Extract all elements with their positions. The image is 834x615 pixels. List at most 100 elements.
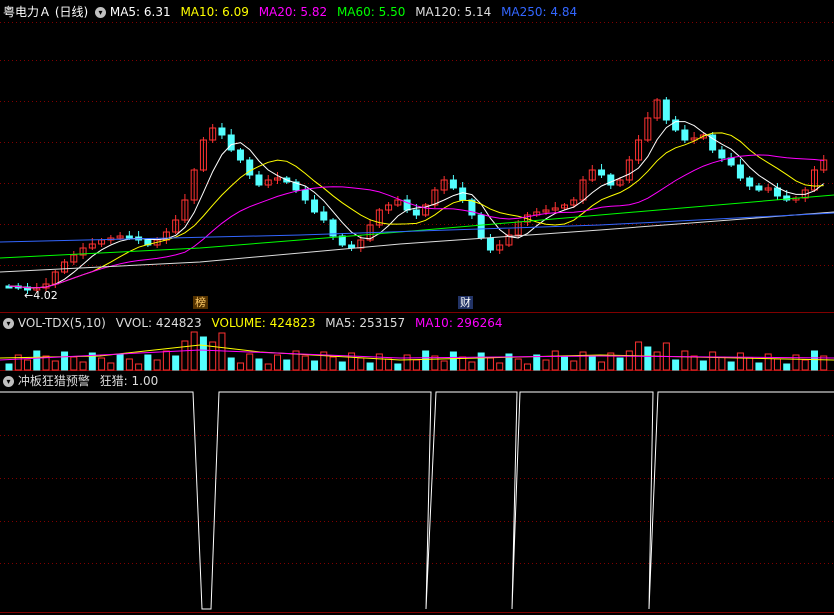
volume-bar xyxy=(236,362,244,371)
candle-body xyxy=(218,127,226,136)
volume-bar xyxy=(24,359,32,371)
candle-body xyxy=(301,189,309,201)
vol-ma10-line xyxy=(0,349,834,361)
volume-bar xyxy=(301,355,309,371)
candle-body xyxy=(412,209,420,216)
volume-bar xyxy=(246,353,254,371)
low-price-marker: ←4.02 xyxy=(24,289,58,302)
ma250-line xyxy=(0,212,834,243)
volume-bar xyxy=(172,355,180,371)
volume-bar xyxy=(61,351,69,371)
volume-bar xyxy=(736,352,744,371)
candle-body xyxy=(598,169,606,176)
volume-panel-header: ▾ VOL-TDX(5,10) VVOL: 424823 VOLUME: 424… xyxy=(3,315,502,331)
vol-ma5-label: MA5: 253157 xyxy=(325,316,406,330)
volume-bar xyxy=(144,354,152,371)
volume-indicator-title[interactable]: VOL-TDX(5,10) xyxy=(18,316,106,330)
signal-panel-header: ▾ 冲板狂猎预警 狂猎: 1.00 xyxy=(3,373,158,389)
volume-bar xyxy=(727,361,735,371)
candle-body xyxy=(338,235,346,246)
candle-body xyxy=(718,149,726,159)
candle-body xyxy=(773,187,781,197)
volume-bar xyxy=(264,363,272,371)
volume-bar xyxy=(644,346,652,371)
volume-bar xyxy=(116,353,124,371)
volume-bar xyxy=(199,336,207,371)
volume-bar xyxy=(135,363,143,371)
volume-bar xyxy=(699,360,707,371)
volume-bar xyxy=(672,359,680,371)
candle-body xyxy=(459,187,467,201)
volume-bar xyxy=(98,357,106,371)
signal-indicator-title[interactable]: 冲板狂猎预警 xyxy=(18,374,90,388)
low-price-value: 4.02 xyxy=(33,289,58,302)
candle-body xyxy=(236,149,244,161)
volume-bar xyxy=(329,356,337,371)
signal-line xyxy=(0,391,834,610)
volume-bar xyxy=(162,350,170,371)
volume-bar xyxy=(598,361,606,371)
candle-body xyxy=(227,134,235,151)
volume-bar xyxy=(412,359,420,371)
volume-bar xyxy=(311,360,319,371)
volume-bar xyxy=(218,332,226,371)
candle-body xyxy=(607,174,615,186)
volume-bar xyxy=(523,363,531,371)
vvol-label: VVOL: 424823 xyxy=(115,316,202,330)
volume-bar xyxy=(33,350,41,371)
volume-bar xyxy=(764,353,772,371)
candle-body xyxy=(746,177,754,187)
volume-bar xyxy=(486,357,494,371)
volume-bar xyxy=(551,350,559,371)
volume-bar xyxy=(773,358,781,371)
stock-title[interactable]: 粤电力Ａ (日线) xyxy=(3,5,88,19)
volume-bar xyxy=(227,357,235,371)
volume-bar xyxy=(440,360,448,371)
volume-bar xyxy=(70,356,78,371)
event-tag-bang[interactable]: 榜 xyxy=(193,296,208,309)
volume-bar xyxy=(477,352,485,371)
volume-bar xyxy=(718,356,726,371)
volume-bar xyxy=(468,361,476,371)
volume-bar xyxy=(755,362,763,371)
circle-down-icon[interactable]: ▾ xyxy=(95,7,107,18)
ma60-label: MA60: 5.50 xyxy=(336,5,406,19)
volume-bar xyxy=(79,361,87,371)
candle-body xyxy=(449,179,457,189)
volume-bar xyxy=(616,357,624,371)
event-tag-cai[interactable]: 财 xyxy=(458,296,473,309)
circle-down-icon[interactable]: ▾ xyxy=(3,376,14,387)
volume-bar xyxy=(273,354,281,371)
volume-bar xyxy=(107,362,115,371)
candle-body xyxy=(727,157,735,166)
volume-bar xyxy=(181,340,189,371)
volume-bar xyxy=(366,362,374,371)
kline-chart-canvas[interactable] xyxy=(0,0,834,615)
candle-body xyxy=(255,174,263,186)
candle-body xyxy=(477,214,485,239)
volume-bar xyxy=(51,360,59,371)
ma20-label: MA20: 5.82 xyxy=(258,5,328,19)
volume-bar xyxy=(709,351,717,371)
volume-bar xyxy=(5,363,13,371)
ma5-label: MA5: 6.31 xyxy=(109,5,171,19)
volume-bar xyxy=(375,353,383,371)
ma250-label: MA250: 4.84 xyxy=(501,5,578,19)
volume-bar xyxy=(422,350,430,371)
volume-bar xyxy=(681,350,689,371)
volume-bar xyxy=(533,354,541,371)
candle-body xyxy=(311,199,319,213)
volume-bar xyxy=(190,331,198,371)
circle-down-icon[interactable]: ▾ xyxy=(3,318,14,329)
signal-value-label: 狂猎: 1.00 xyxy=(99,374,159,388)
volume-bar xyxy=(690,355,698,371)
candle-body xyxy=(736,164,744,179)
candle-body xyxy=(755,185,763,191)
ma120-label: MA120: 5.14 xyxy=(415,5,492,19)
volume-bar xyxy=(625,350,633,371)
volume-bar xyxy=(394,363,402,371)
vol-ma10-label: MA10: 296264 xyxy=(414,316,503,330)
volume-bar xyxy=(403,354,411,371)
candle-body xyxy=(662,99,670,121)
candle-body xyxy=(125,235,133,239)
